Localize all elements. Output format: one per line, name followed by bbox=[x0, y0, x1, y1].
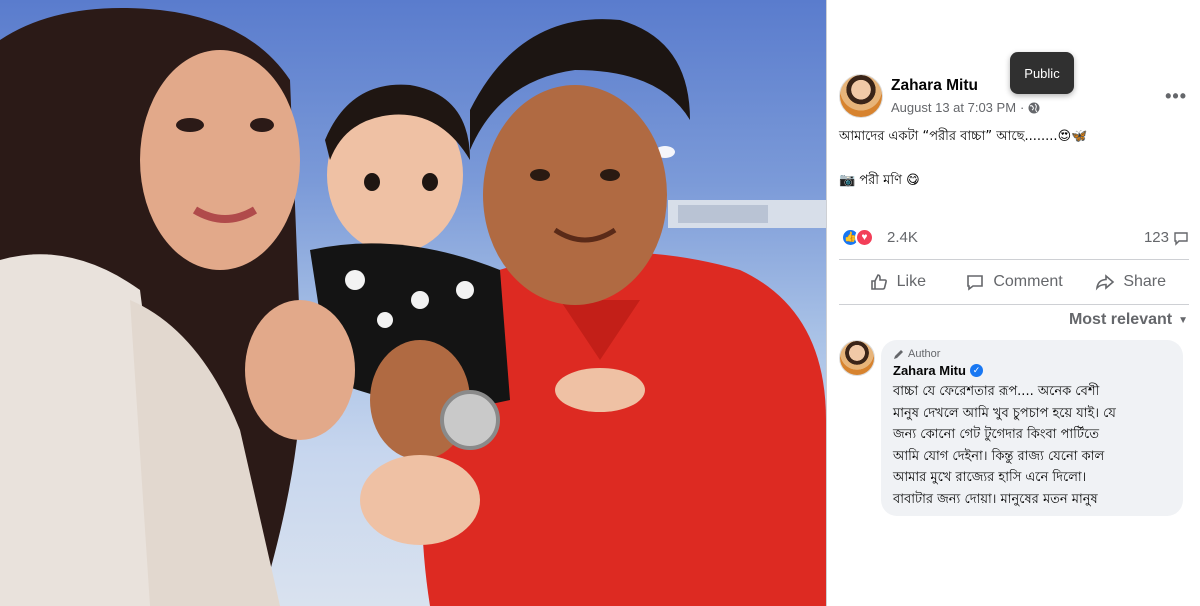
post-photo[interactable] bbox=[0, 0, 826, 606]
comment-label: Comment bbox=[993, 273, 1063, 290]
author-avatar[interactable] bbox=[839, 74, 883, 118]
verified-badge-icon: ✓ bbox=[969, 364, 983, 377]
comment-button[interactable]: Comment bbox=[956, 260, 1073, 304]
comment-text-line: বাচ্চা যে ফেরেশতার রূপ.... অনেক বেশী bbox=[893, 384, 1100, 399]
comment-text-line: আমি যোগ দেইনা। কিন্তু রাজ্য যেনো কাল bbox=[893, 448, 1105, 464]
thumbs-up-icon bbox=[870, 274, 887, 290]
comment-count[interactable]: 123 bbox=[1144, 229, 1189, 246]
comment-text-line: জন্য কোনো গেট টুগেদার কিংবা পার্টিতে bbox=[893, 427, 1099, 442]
commenter-avatar[interactable] bbox=[839, 340, 875, 376]
pencil-icon bbox=[894, 349, 903, 359]
comment-sort-dropdown[interactable]: Most relevant ▼ bbox=[1069, 311, 1188, 329]
comment-item: Author Zahara Mitu ✓ বাচ্চা যে ফেরেশতার … bbox=[839, 340, 1189, 516]
comment-text: বাচ্চা যে ফেরেশতার রূপ.... অনেক বেশী মান… bbox=[893, 381, 1171, 510]
commenter-name-text: Zahara Mitu bbox=[893, 363, 966, 378]
comment-count-value: 123 bbox=[1143, 229, 1169, 246]
comment-icon bbox=[967, 275, 984, 291]
chevron-down-icon: ▼ bbox=[1178, 314, 1188, 326]
globe-icon[interactable] bbox=[1028, 102, 1040, 114]
author-badge-label: Author bbox=[908, 348, 941, 360]
comment-text-line: বাবাটার জন্য দোয়া। মানুষের মতন মানুষ bbox=[893, 491, 1098, 507]
love-reaction-icon: ♥ bbox=[855, 228, 874, 247]
reaction-icons[interactable]: 👍 ♥ bbox=[841, 228, 881, 248]
post-text-line: 📷 পরী মণি 😋 bbox=[839, 173, 920, 188]
comment-text-line: মানুষ দেখলে আমি খুব চুপচাপ হয়ে যাই। যে bbox=[893, 405, 1116, 421]
post-actions: Like Comment Share bbox=[839, 259, 1189, 305]
comment-text-line: আমার মুখে রাজ্যের হাসি এনে দিলো। bbox=[893, 470, 1087, 485]
share-button[interactable]: Share bbox=[1072, 260, 1189, 304]
post-text-line: আমাদের একটা “পরীর বাচ্চা” আছে........😍🦋 bbox=[839, 129, 1088, 144]
reaction-count[interactable]: 2.4K bbox=[887, 229, 918, 246]
tooltip-text: Public bbox=[1024, 65, 1060, 81]
comment-bubble: Author Zahara Mitu ✓ বাচ্চা যে ফেরেশতার … bbox=[881, 340, 1183, 516]
commenter-name[interactable]: Zahara Mitu ✓ bbox=[893, 363, 1171, 378]
meta-separator: · bbox=[1020, 100, 1025, 115]
privacy-tooltip: Public bbox=[1010, 52, 1074, 94]
photo-illustration bbox=[0, 8, 826, 606]
author-name[interactable]: Zahara Mitu bbox=[891, 77, 978, 95]
sort-label: Most relevant bbox=[1068, 311, 1173, 328]
like-label: Like bbox=[896, 273, 927, 290]
comment-bubble-icon bbox=[1174, 231, 1188, 246]
post-timestamp[interactable]: August 13 at 7:03 PM bbox=[891, 100, 1016, 115]
post-text: আমাদের একটা “পরীর বাচ্চা” আছে........😍🦋 … bbox=[839, 128, 1189, 190]
post-meta: August 13 at 7:03 PM · bbox=[891, 100, 1040, 115]
author-badge: Author bbox=[893, 348, 1171, 360]
like-button[interactable]: Like bbox=[839, 260, 956, 304]
reactions-bar: 👍 ♥ 2.4K 123 bbox=[839, 227, 1189, 249]
more-horizontal-icon[interactable]: ••• bbox=[1165, 86, 1187, 107]
share-label: Share bbox=[1123, 273, 1167, 290]
share-icon bbox=[1096, 274, 1115, 291]
